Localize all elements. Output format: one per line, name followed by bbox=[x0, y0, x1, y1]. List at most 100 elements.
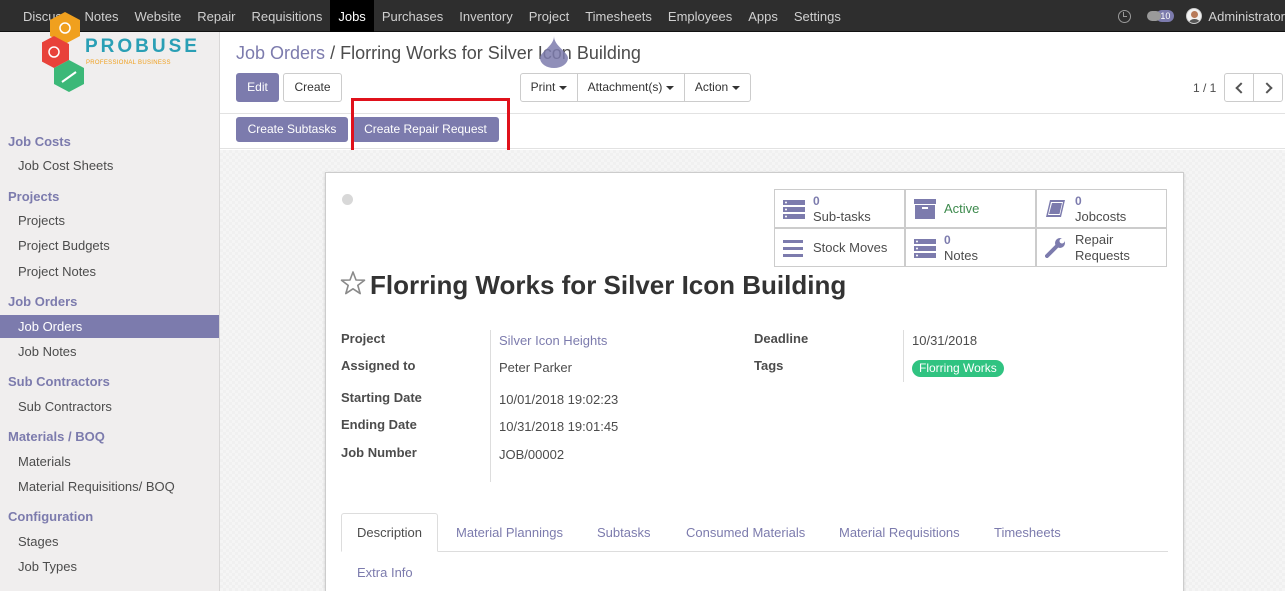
menu-purchases[interactable]: Purchases bbox=[374, 0, 451, 32]
ending-date-label: Ending Date bbox=[341, 417, 417, 432]
project-field[interactable]: Silver Icon Heights bbox=[499, 333, 607, 348]
active-toggle-button[interactable]: Active bbox=[905, 189, 1036, 228]
messages-icon[interactable] bbox=[1147, 11, 1162, 21]
tag-badge[interactable]: Florring Works bbox=[912, 360, 1004, 377]
action-dropdown[interactable]: Action bbox=[684, 73, 751, 102]
book-icon bbox=[1046, 200, 1065, 217]
kanban-state-dot[interactable] bbox=[342, 194, 353, 205]
sidebar-section-job-orders: Job Orders bbox=[8, 294, 78, 309]
tab-subtasks[interactable]: Subtasks bbox=[597, 525, 650, 540]
sidebar-section-projects: Projects bbox=[8, 189, 60, 204]
company-logo[interactable]: PROBUSE PROFESSIONAL BUSINESS bbox=[39, 12, 197, 92]
repair-requests-label-line2: Requests bbox=[1075, 248, 1130, 263]
tab-extra-info[interactable]: Extra Info bbox=[357, 565, 413, 580]
systray: 10 Administrator bbox=[1118, 0, 1285, 32]
subtasks-smart-button[interactable]: 0 Sub-tasks bbox=[774, 189, 905, 228]
chevron-right-icon bbox=[1261, 82, 1273, 94]
list-icon bbox=[914, 239, 936, 258]
subtasks-label: Sub-tasks bbox=[813, 209, 871, 224]
caret-down-icon bbox=[666, 85, 675, 90]
record-title: Florring Works for Silver Icon Building bbox=[370, 270, 847, 300]
pager-next-button[interactable] bbox=[1253, 73, 1283, 102]
stock-moves-label: Stock Moves bbox=[813, 240, 888, 255]
print-dropdown[interactable]: Print bbox=[520, 73, 578, 102]
tab-consumed-materials[interactable]: Consumed Materials bbox=[686, 525, 805, 540]
sidebar-item-project-budgets[interactable]: Project Budgets bbox=[0, 234, 219, 257]
sidebar-item-job-notes[interactable]: Job Notes bbox=[0, 340, 219, 363]
caret-down-icon bbox=[559, 85, 568, 90]
active-label: Active bbox=[944, 201, 980, 216]
menu-repair[interactable]: Repair bbox=[189, 0, 243, 32]
pager-counter[interactable]: 1 / 1 bbox=[1193, 81, 1216, 95]
caret-down-icon bbox=[732, 85, 741, 90]
tags-label: Tags bbox=[754, 358, 784, 373]
wrench-icon bbox=[1045, 238, 1065, 258]
sidebar-section-job-costs: Job Costs bbox=[8, 134, 71, 149]
top-navbar: Discuss Notes Website Repair Requisition… bbox=[0, 0, 1285, 32]
breadcrumb: Job Orders / Florring Works for Silver I… bbox=[236, 43, 641, 64]
logo-name: PROBUSE bbox=[85, 36, 200, 57]
sidebar-section-configuration: Configuration bbox=[8, 509, 94, 524]
deadline-field[interactable]: 10/31/2018 bbox=[912, 333, 977, 348]
notes-count: 0 bbox=[944, 233, 951, 247]
breadcrumb-job-orders-link[interactable]: Job Orders bbox=[236, 43, 325, 63]
subtasks-count: 0 bbox=[813, 194, 820, 208]
user-menu[interactable]: Administrator bbox=[1208, 9, 1285, 24]
breadcrumb-current: Florring Works for Silver Icon Building bbox=[340, 43, 641, 63]
assigned-to-label: Assigned to bbox=[341, 358, 416, 373]
menu-jobs[interactable]: Jobs bbox=[330, 0, 374, 32]
menu-project[interactable]: Project bbox=[521, 0, 577, 32]
edit-button[interactable]: Edit bbox=[236, 73, 279, 102]
sidebar-section-materials-boq: Materials / BOQ bbox=[8, 429, 105, 444]
bars-icon bbox=[783, 240, 803, 257]
project-label: Project bbox=[341, 331, 386, 346]
jobcosts-smart-button[interactable]: 0 Jobcosts bbox=[1036, 189, 1167, 228]
star-icon[interactable] bbox=[340, 270, 366, 296]
pager-previous-button[interactable] bbox=[1224, 73, 1254, 102]
logo-tagline: PROFESSIONAL BUSINESS bbox=[86, 60, 171, 66]
sidebar-item-job-types[interactable]: Job Types bbox=[0, 555, 219, 578]
action-label: Action bbox=[694, 80, 729, 94]
attachments-label: Attachment(s) bbox=[587, 80, 663, 94]
menu-inventory[interactable]: Inventory bbox=[451, 0, 520, 32]
create-subtasks-button[interactable]: Create Subtasks bbox=[236, 117, 348, 142]
tab-description[interactable]: Description bbox=[341, 513, 438, 552]
job-number-label: Job Number bbox=[341, 445, 417, 460]
highlight-box bbox=[351, 98, 510, 158]
menu-timesheets[interactable]: Timesheets bbox=[577, 0, 660, 32]
sidebar-item-job-orders[interactable]: Job Orders bbox=[0, 315, 219, 338]
stock-moves-smart-button[interactable]: Stock Moves bbox=[774, 228, 905, 267]
repair-requests-smart-button[interactable]: Repair Requests bbox=[1036, 228, 1167, 267]
menu-settings[interactable]: Settings bbox=[786, 0, 849, 32]
menu-employees[interactable]: Employees bbox=[660, 0, 740, 32]
menu-apps[interactable]: Apps bbox=[740, 0, 786, 32]
jobcosts-label: Jobcosts bbox=[1075, 209, 1127, 224]
tab-timesheets[interactable]: Timesheets bbox=[994, 525, 1061, 540]
activity-clock-icon[interactable] bbox=[1118, 9, 1132, 23]
tab-material-plannings[interactable]: Material Plannings bbox=[456, 525, 563, 540]
field-divider bbox=[490, 330, 491, 482]
create-button[interactable]: Create bbox=[283, 73, 342, 102]
menu-requisitions[interactable]: Requisitions bbox=[244, 0, 331, 32]
print-label: Print bbox=[530, 80, 556, 94]
sidebar-item-material-requisitions[interactable]: Material Requisitions/ BOQ bbox=[0, 475, 219, 498]
sidebar-item-job-cost-sheets[interactable]: Job Cost Sheets bbox=[0, 154, 219, 177]
assigned-to-field[interactable]: Peter Parker bbox=[499, 360, 572, 375]
starting-date-field[interactable]: 10/01/2018 19:02:23 bbox=[499, 392, 618, 407]
notebook-tabs-border bbox=[341, 551, 1168, 552]
sidebar-item-stages[interactable]: Stages bbox=[0, 530, 219, 553]
notes-label: Notes bbox=[944, 248, 978, 263]
ending-date-field[interactable]: 10/31/2018 19:01:45 bbox=[499, 419, 618, 434]
sidebar-item-project-notes[interactable]: Project Notes bbox=[0, 260, 219, 283]
tab-material-requisitions[interactable]: Material Requisitions bbox=[839, 525, 960, 540]
sidebar-item-materials[interactable]: Materials bbox=[0, 450, 219, 473]
sidebar-item-sub-contractors[interactable]: Sub Contractors bbox=[0, 395, 219, 418]
jobcosts-count: 0 bbox=[1075, 194, 1082, 208]
job-number-field[interactable]: JOB/00002 bbox=[499, 447, 564, 462]
user-avatar[interactable] bbox=[1186, 8, 1203, 24]
chevron-left-icon bbox=[1235, 82, 1247, 94]
breadcrumb-separator: / bbox=[330, 43, 336, 63]
notes-smart-button[interactable]: 0 Notes bbox=[905, 228, 1036, 267]
sidebar-item-projects[interactable]: Projects bbox=[0, 209, 219, 232]
attachments-dropdown[interactable]: Attachment(s) bbox=[577, 73, 685, 102]
